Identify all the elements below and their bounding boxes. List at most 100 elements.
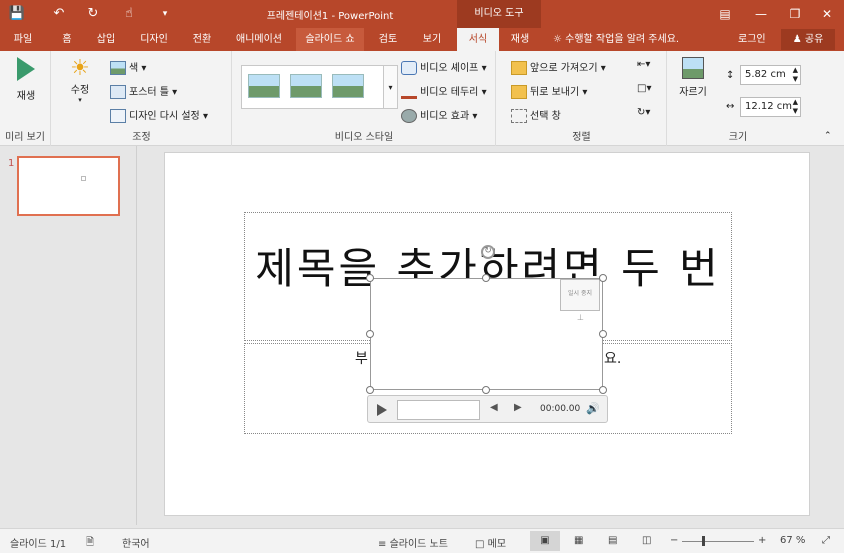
undo-icon[interactable]: ↶ [50, 5, 68, 23]
customize-toolbar-icon[interactable]: ▾ [156, 5, 174, 23]
reset-design-label: 디자인 다시 설정 [129, 111, 200, 122]
tell-me-box[interactable]: ☼ 수행할 작업을 알려 주세요. [553, 28, 679, 51]
play-button[interactable]: 재생 [8, 57, 44, 102]
bring-forward-button[interactable]: 앞으로 가져오기 ▾ [511, 59, 606, 75]
status-bar: 슬라이드 1/1 🗎 한국어 ≡ 슬라이드 노트 □ 메모 ▣ ▦ ▤ ◫ − … [0, 528, 844, 553]
step-forward-icon[interactable]: ▶ [514, 402, 522, 413]
tab-playback[interactable]: 재생 [502, 28, 538, 51]
group-adjust: ☀ 수정 ▾ 색 ▾ 포스터 틀 ▾ 디자인 다시 설정 ▾ 조정 [52, 51, 232, 146]
zoom-in-icon[interactable]: + [758, 535, 766, 546]
resize-handle-bl[interactable] [366, 386, 374, 394]
share-button[interactable]: ♟ 공유 [781, 29, 835, 50]
login-link[interactable]: 로그인 [738, 28, 766, 51]
video-effects-icon [401, 109, 417, 123]
resize-handle-tl[interactable] [366, 274, 374, 282]
group-objects-icon[interactable]: □▾ [637, 83, 651, 94]
resize-handle-b[interactable] [482, 386, 490, 394]
slideshow-view-icon[interactable]: ◫ [642, 535, 651, 546]
share-label: 공유 [804, 34, 824, 45]
tab-insert[interactable]: 삽입 [88, 28, 124, 51]
corrections-button[interactable]: ☀ 수정 ▾ [62, 57, 98, 105]
play-pause-icon[interactable] [377, 404, 387, 416]
color-label: 색 [129, 63, 139, 74]
video-style-1[interactable] [248, 74, 280, 98]
zoom-slider-thumb[interactable] [702, 536, 705, 546]
width-spinner[interactable]: 12.12 cm ▲ ▼ [740, 97, 801, 117]
resize-handle-l[interactable] [366, 330, 374, 338]
resize-handle-t[interactable] [482, 274, 490, 282]
reading-view-icon[interactable]: ▤ [608, 535, 617, 546]
width-arrows-icon[interactable]: ▲ ▼ [793, 98, 798, 116]
spellcheck-icon[interactable]: 🗎 [86, 535, 94, 552]
close-button[interactable]: ✕ [812, 0, 842, 28]
notes-button[interactable]: ≡ 슬라이드 노트 [378, 535, 448, 550]
reset-design-icon [110, 109, 126, 123]
group-video-styles: ▾ 비디오 셰이프 ▾ 비디오 테두리 ▾ 비디오 효과 ▾ 비디오 스타일 [233, 51, 496, 146]
selection-pane-button[interactable]: 선택 창 [511, 107, 561, 123]
tab-design[interactable]: 디자인 [130, 28, 178, 51]
tab-slideshow[interactable]: 슬라이드 쇼 [296, 28, 364, 51]
slide-thumbnail[interactable] [17, 156, 120, 216]
zoom-out-icon[interactable]: − [670, 535, 678, 546]
slide-sorter-icon[interactable]: ▦ [574, 535, 583, 546]
send-backward-button[interactable]: 뒤로 보내기 ▾ [511, 83, 587, 99]
notes-label: 슬라이드 노트 [389, 539, 448, 550]
align-icon[interactable]: ⇤▾ [637, 59, 650, 70]
notes-icon: ≡ [378, 539, 390, 550]
volume-icon[interactable]: 🔊 [586, 402, 600, 415]
zoom-slider[interactable] [682, 536, 754, 546]
video-style-2[interactable] [290, 74, 322, 98]
color-button[interactable]: 색 ▾ [110, 59, 146, 75]
crop-button[interactable]: 자르기 [678, 57, 708, 98]
ribbon-display-icon[interactable]: ▤ [710, 0, 740, 28]
video-effects-label: 비디오 효과 [420, 111, 470, 122]
video-border-label: 비디오 테두리 [420, 87, 479, 98]
comments-button[interactable]: □ 메모 [475, 535, 506, 550]
resize-handle-br[interactable] [599, 386, 607, 394]
rotate-icon[interactable]: ↻▾ [637, 107, 650, 118]
tab-review[interactable]: 검토 [370, 28, 406, 51]
gallery-more-icon[interactable]: ▾ [384, 65, 398, 109]
height-arrows-icon[interactable]: ▲ ▼ [793, 66, 798, 84]
video-border-button[interactable]: 비디오 테두리 ▾ [401, 83, 487, 99]
height-value: 5.82 cm [745, 69, 786, 80]
restore-button[interactable]: ❐ [780, 0, 810, 28]
width-value: 12.12 cm [745, 101, 793, 112]
zoom-level[interactable]: 67 % [780, 535, 805, 546]
picture-color-icon [110, 61, 126, 75]
save-icon[interactable]: 💾 [8, 5, 26, 23]
group-preview: 재생 미리 보기 [0, 51, 51, 146]
touch-mode-icon[interactable]: ☝ [120, 5, 138, 23]
document-title: 프레젠테이션1 - PowerPoint [266, 11, 394, 22]
slide-canvas[interactable]: 제목을 추가하려면 두 번 부 요. 일시 중지 ⊥ ↻ ◀‍ ▶ 00:00.… [164, 152, 810, 516]
normal-view-icon[interactable]: ▣ [530, 531, 560, 551]
resize-handle-r[interactable] [599, 330, 607, 338]
tab-view[interactable]: 보기 [414, 28, 450, 51]
pause-label: 일시 중지 [568, 290, 592, 297]
fit-to-window-icon[interactable]: ⤢ [822, 535, 830, 546]
step-back-icon[interactable]: ◀‍ [490, 402, 498, 413]
resize-handle-tr[interactable] [599, 274, 607, 282]
tab-transitions[interactable]: 전환 [184, 28, 220, 51]
language-indicator[interactable]: 한국어 [122, 535, 150, 550]
collapse-ribbon-icon[interactable]: ⌃ [824, 131, 832, 141]
timeline-bar[interactable] [397, 400, 480, 420]
video-shape-button[interactable]: 비디오 셰이프 ▾ [401, 59, 487, 75]
redo-icon[interactable]: ↻ [84, 5, 102, 23]
video-style-3[interactable] [332, 74, 364, 98]
reset-design-button[interactable]: 디자인 다시 설정 ▾ [110, 107, 208, 123]
video-object[interactable]: 일시 중지 ⊥ [370, 278, 603, 390]
height-spinner[interactable]: 5.82 cm ▲ ▼ [740, 65, 801, 85]
tab-format[interactable]: 서식 [457, 28, 499, 51]
tab-animations[interactable]: 애니메이션 [226, 28, 292, 51]
video-styles-group-label: 비디오 스타일 [334, 132, 394, 143]
rotate-handle-icon[interactable]: ↻ [481, 245, 495, 259]
tab-file[interactable]: 파일 [5, 28, 41, 51]
poster-frame-label: 포스터 틀 [129, 87, 169, 98]
tab-home[interactable]: 홈 [52, 28, 82, 51]
minimize-button[interactable]: — [746, 0, 776, 28]
send-backward-label: 뒤로 보내기 [530, 87, 580, 98]
arrange-group-label: 정렬 [572, 132, 591, 143]
poster-frame-button[interactable]: 포스터 틀 ▾ [110, 83, 177, 99]
video-effects-button[interactable]: 비디오 효과 ▾ [401, 107, 477, 123]
